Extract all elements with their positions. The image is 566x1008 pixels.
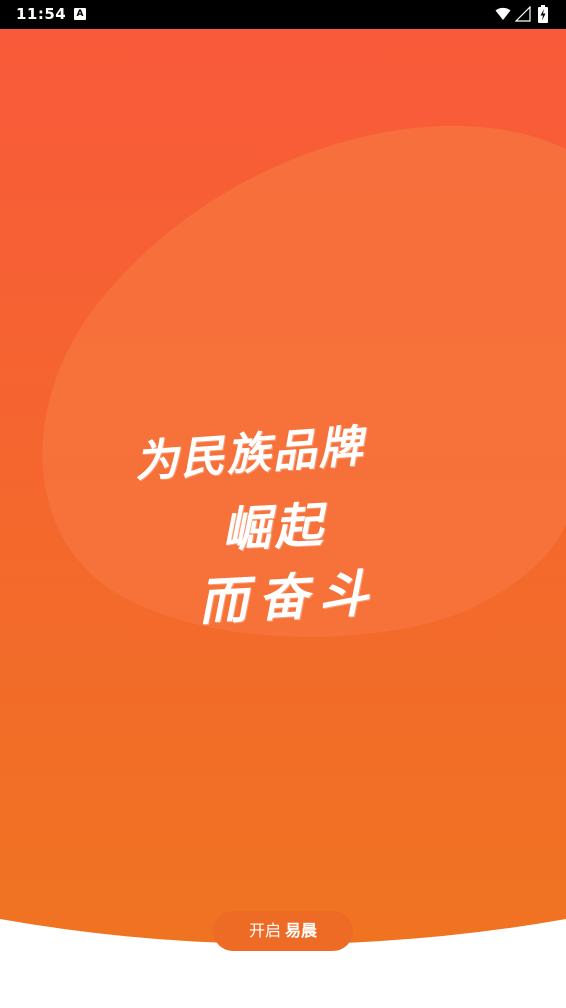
notification-a-icon: A	[74, 8, 86, 20]
battery-charging-icon	[538, 5, 548, 23]
splash-background	[0, 29, 566, 1008]
signal-icon	[515, 6, 531, 22]
status-time: 11:54	[16, 5, 67, 23]
status-bar: 11:54 A	[0, 0, 566, 29]
wifi-icon	[495, 7, 511, 20]
start-button[interactable]: 开启 易晨	[213, 911, 353, 951]
start-button-brand: 易晨	[285, 921, 318, 940]
start-button-label: 开启	[248, 921, 281, 940]
splash-screen: 11:54 A 为民族品牌 崛起 而奋斗 开启 易晨	[0, 0, 566, 1008]
